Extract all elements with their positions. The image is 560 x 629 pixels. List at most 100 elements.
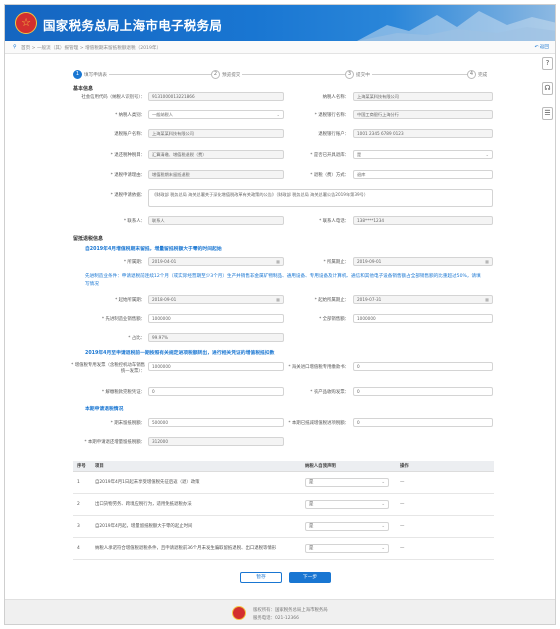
person-field[interactable]: 联系人 — [148, 216, 284, 225]
back-label: 返回 — [539, 45, 549, 50]
start-date-field[interactable]: 2019-04-01 ▦ — [148, 257, 284, 266]
account-no-field[interactable]: 1001 2345 6789 0123 — [353, 129, 493, 138]
sales-start-label: * 起始所属期： — [115, 298, 145, 303]
tax-id-field[interactable]: 9131000013221866 — [148, 92, 284, 101]
taxpayer-type-select[interactable]: 一般纳税人 ⌄ — [148, 110, 284, 119]
refund-subtitle-1: 自2019年4月增值税期末留抵，增量留抵税额大于零的时间起始 — [85, 247, 222, 252]
declare-select[interactable]: 是 ⌄ — [305, 477, 389, 487]
deducted-label: * 本期已抵减增值税进项税额： — [288, 421, 349, 426]
table-header-row: 序号 项目 纳税人自我声明 操作 — [73, 461, 494, 472]
ending-credit-field[interactable]: 500000 — [148, 418, 284, 427]
back-button[interactable]: ↶ 返回 — [534, 44, 549, 50]
start-label: * 所属期： — [123, 260, 145, 265]
footer: 版权所有：国家税务总局上海市税务局 服务电话：021-12366 — [5, 599, 555, 624]
save-draft-button[interactable]: 暂存 — [240, 572, 282, 583]
phone-label: * 联系人电话： — [319, 219, 349, 224]
header-bar: ☆ 国家税务总局上海市电子税务局 — [5, 5, 555, 41]
qualify-label: * 是否已开具退库： — [310, 153, 349, 158]
end-label: * 所属期止： — [323, 260, 349, 265]
tax-id-label: 社会信用代码（纳税人识别号）： — [81, 95, 145, 100]
calendar-icon: ▦ — [485, 297, 489, 302]
customs-field[interactable]: 0 — [353, 362, 493, 371]
total-field[interactable]: 1000000 — [353, 314, 493, 323]
ratio-field: 99.97% — [148, 333, 284, 342]
manufacturing-note: 先进制造业条件：申请退税前连续12个月（或实际经营期至少3个月）生产并销售非金属… — [85, 274, 481, 287]
message-icon[interactable]: ☊ — [542, 82, 553, 95]
basis-textarea[interactable]: 《财政部 税务总局 海关总署关于深化增值税改革有关政策的公告》（财政部 税务总局… — [148, 189, 493, 207]
app-window: ☆ 国家税务总局上海市电子税务局 ⚲ 首页 > 一般流（其）报管理 > 增值税期… — [4, 4, 556, 625]
phone-field[interactable]: 138****1234 — [353, 216, 493, 225]
qualify-select[interactable]: 是 ⌄ — [353, 150, 493, 159]
sales-label: * 先进制造业销售额： — [101, 317, 145, 322]
bank-name-field[interactable]: 中国工商银行上海分行 — [353, 110, 493, 119]
tax-type-field[interactable]: 汇算清缴、增值税退税（费） — [148, 150, 284, 159]
calendar-icon: ▦ — [485, 259, 489, 264]
sales-field[interactable]: 1000000 — [148, 314, 284, 323]
account-label: 退税账户名称： — [114, 132, 145, 137]
step-line — [79, 74, 485, 75]
breadcrumb[interactable]: 首页 > 一般流（其）报管理 > 增值税期末留抵税额退税（2019年） — [21, 45, 161, 51]
refund-info-title: 留抵退税信息 — [73, 236, 104, 242]
declare-select[interactable]: 是 ⌄ — [305, 543, 389, 553]
end-date-field[interactable]: 2019-09-01 ▦ — [353, 257, 493, 266]
customs-label: * 海关进口增值税专用缴款书： — [288, 365, 349, 370]
account-field[interactable]: 上海某某科技有限公司 — [148, 129, 284, 138]
table-row: 3 自2019年4月起，增量留抵税额大于零的起止时间 是 ⌄ — — [73, 515, 494, 538]
next-step-button[interactable]: 下一步 — [289, 572, 331, 583]
header-mountain-graphic — [357, 11, 555, 41]
deducted-field[interactable]: 0 — [353, 418, 493, 427]
site-title: 国家税务总局上海市电子税务局 — [43, 18, 223, 33]
reason-field[interactable]: 增值税期末留抵退税 — [148, 170, 284, 179]
footer-emblem-icon — [232, 606, 246, 620]
step-3: 3 提交中 — [345, 70, 372, 79]
col-header-op: 操作 — [396, 461, 494, 472]
breadcrumb-bar: ⚲ 首页 > 一般流（其）报管理 > 增值税期末留抵税额退税（2019年） ↶ … — [5, 41, 555, 54]
chevron-down-icon: ⌄ — [381, 523, 385, 529]
table-row: 1 自2019年4月1日起未享受增值税先征后返（退）政策 是 ⌄ — — [73, 471, 494, 494]
chevron-down-icon: ⌄ — [381, 479, 385, 485]
name-field[interactable]: 上海某某科技有限公司 — [353, 92, 493, 101]
sales-start-field[interactable]: 2018-09-01 ▦ — [148, 295, 284, 304]
chevron-down-icon: ⌄ — [381, 545, 385, 551]
chevron-down-icon: ⌄ — [485, 152, 489, 157]
declaration-table: 序号 项目 纳税人自我声明 操作 1 自2019年4月1日起未享受增值税先征后返… — [73, 461, 494, 560]
tax-receipt-field[interactable]: 0 — [148, 387, 284, 396]
basis-label: * 退税申请依据： — [110, 193, 145, 198]
refund-amount-field[interactable]: 312000 — [148, 437, 284, 446]
refund-subtitle-3: 本期申请退税情况 — [85, 407, 124, 412]
method-field[interactable]: 退库 — [353, 170, 493, 179]
bank-label: * 纳税人类别： — [115, 113, 145, 118]
help-icon[interactable]: ? — [542, 57, 553, 70]
ratio-label: * 占比： — [128, 336, 145, 341]
total-label: * 全部销售额： — [319, 317, 349, 322]
reason-label: * 退税申请理由： — [110, 173, 145, 178]
declare-select[interactable]: 是 ⌄ — [305, 521, 389, 531]
col-header-item: 项目 — [91, 461, 301, 472]
ending-credit-label: * 期末留抵税额： — [110, 421, 145, 426]
chevron-down-icon: ⌄ — [381, 501, 385, 507]
tax-emblem-icon: ☆ — [15, 12, 37, 34]
sales-end-field[interactable]: 2019-07-31 ▦ — [353, 295, 493, 304]
location-pin-icon: ⚲ — [13, 44, 17, 50]
refund-amount-label: * 本期申请退还增量留抵税额： — [84, 440, 145, 445]
method-label: * 退税（费）方式： — [310, 173, 349, 178]
step-4: 4 完成 — [467, 70, 490, 79]
bank-name-label: * 退税银行名称： — [314, 113, 349, 118]
name-label: 纳税人名称： — [322, 95, 349, 100]
sales-end-label: * 起始所属期止： — [314, 298, 349, 303]
col-header-declare: 纳税人自我声明 — [301, 461, 396, 472]
tax-type-label: * 退还税种税目： — [110, 153, 145, 158]
col-header-no: 序号 — [73, 461, 91, 472]
declare-select[interactable]: 是 ⌄ — [305, 499, 389, 509]
step-progress: 1 填写申请表 2 预览提交 3 提交中 4 完成 — [73, 70, 493, 80]
table-row: 4 纳税人承诺符合增值税退税条件，且申请退税前36个月未发生骗取留抵退税、出口退… — [73, 537, 494, 560]
calendar-icon: ▦ — [276, 297, 280, 302]
farm-invoice-field[interactable]: 0 — [353, 387, 493, 396]
side-tools: ? ☊ ☰ — [542, 57, 554, 132]
calendar-icon: ▦ — [276, 259, 280, 264]
person-label: * 联系人： — [123, 219, 145, 224]
vat-invoice-field[interactable]: 1000000 — [148, 362, 284, 371]
chevron-down-icon: ⌄ — [276, 112, 280, 117]
account-no-label: 退税银行账户： — [318, 132, 349, 137]
document-icon[interactable]: ☰ — [542, 107, 553, 120]
